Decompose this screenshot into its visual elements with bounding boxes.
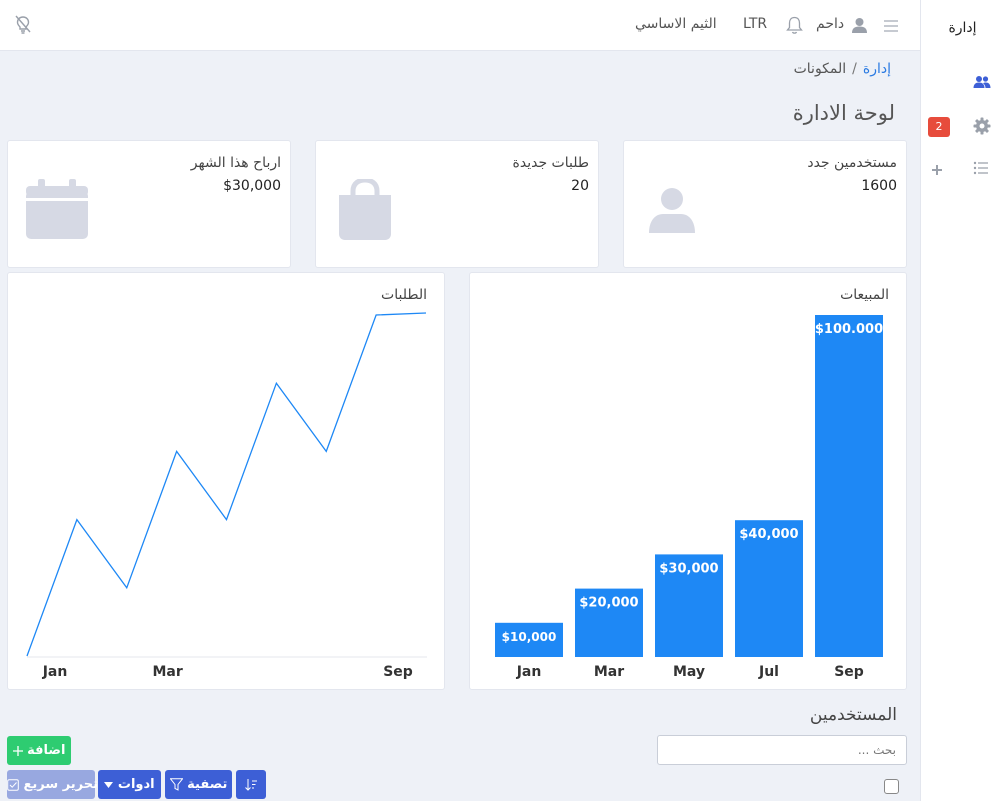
menu-icon[interactable] (883, 19, 899, 33)
breadcrumb-current: المكونات (793, 61, 847, 77)
filter-label: تصفية (187, 777, 228, 792)
user-name[interactable]: داحم (816, 16, 844, 32)
stat-card-users: مستخدمين جدد 1600 (623, 140, 907, 268)
breadcrumb: إدارة / المكونات (794, 61, 891, 77)
bar-data-label: $40,000 (739, 527, 798, 542)
user-icon (649, 188, 695, 233)
x-tick-label: Jan (516, 664, 542, 680)
search-input[interactable] (657, 735, 907, 765)
page-title: لوحة الادارة (792, 101, 895, 125)
settings-badge: 2 (928, 117, 950, 137)
theme-selector[interactable]: الثيم الاساسي (635, 16, 717, 32)
stat-label: مستخدمين جدد (807, 155, 897, 171)
sales-chart-card: المبيعات $10,000 Jan $20,000 Mar $30,000 May $… (469, 272, 907, 690)
user-icon (852, 18, 867, 33)
add-button[interactable]: اضافة (7, 736, 71, 765)
stat-label: طلبات جديدة (512, 155, 589, 171)
x-tick-label: Jul (758, 664, 779, 680)
quick-edit-button[interactable]: تحرير سريع (7, 770, 98, 799)
stat-value: $30,000 (223, 178, 281, 194)
sort-button[interactable] (236, 770, 266, 799)
x-tick-label: Mar (594, 664, 624, 680)
sidebar-item-settings[interactable]: 2 (921, 113, 1003, 141)
tools-dropdown-button[interactable]: ادوات (98, 770, 161, 799)
top-bar: الثيم الاساسي LTR داحم (0, 0, 920, 51)
series-line (26, 312, 427, 657)
plus-icon (932, 165, 942, 175)
tools-label: ادوات (117, 777, 155, 792)
bar-data-label: $30,000 (659, 561, 718, 576)
bar-data-label: $10,000 (502, 630, 557, 644)
bar-data-label: $100.000 (815, 322, 883, 337)
plus-icon (12, 745, 23, 756)
x-tick-label: May (673, 664, 705, 680)
shopping-bag-icon (339, 179, 391, 240)
stat-card-orders: طلبات جديدة 20 (315, 140, 599, 268)
users-section-title: المستخدمين (809, 705, 897, 725)
bar-data-label: $20,000 (579, 596, 638, 611)
x-tick-label: Jan (42, 664, 68, 680)
x-tick-label: Mar (152, 664, 182, 680)
breadcrumb-separator: / (852, 61, 857, 77)
gear-icon (973, 117, 991, 135)
stat-card-profits: ارباح هذا الشهر $30,000 (7, 140, 291, 268)
sidebar-title: إدارة (948, 20, 977, 36)
calendar-icon (26, 179, 88, 239)
bar (815, 315, 883, 657)
sidebar-item-add[interactable] (921, 157, 1003, 185)
stat-label: ارباح هذا الشهر (190, 155, 281, 171)
x-tick-label: Sep (834, 664, 864, 680)
bell-icon[interactable] (786, 16, 803, 35)
sidebar: إدارة 2 (920, 0, 1003, 801)
users-icon (973, 76, 991, 88)
check-square-icon (7, 778, 19, 791)
orders-line-chart: Jan Mar Sep (26, 312, 427, 680)
lightbulb-off-icon[interactable] (14, 15, 32, 35)
sort-icon (244, 778, 257, 791)
direction-toggle[interactable]: LTR (743, 16, 767, 32)
sidebar-item-users[interactable] (921, 70, 1003, 98)
breadcrumb-link[interactable]: إدارة (863, 61, 891, 77)
caret-down-icon (104, 781, 114, 788)
orders-chart-card: الطلبات Jan Mar Sep (7, 272, 445, 690)
sales-bar-chart: $10,000 Jan $20,000 Mar $30,000 May $40,000 Jul… (495, 315, 883, 680)
filter-icon (169, 778, 184, 791)
list-icon (973, 161, 988, 175)
stat-value: 20 (571, 178, 589, 194)
filter-button[interactable]: تصفية (165, 770, 232, 799)
x-tick-label: Sep (383, 664, 413, 680)
add-button-label: اضافة (27, 743, 66, 758)
stat-value: 1600 (861, 178, 897, 194)
quick-edit-label: تحرير سريع (23, 777, 98, 792)
select-all-checkbox[interactable] (884, 779, 899, 794)
